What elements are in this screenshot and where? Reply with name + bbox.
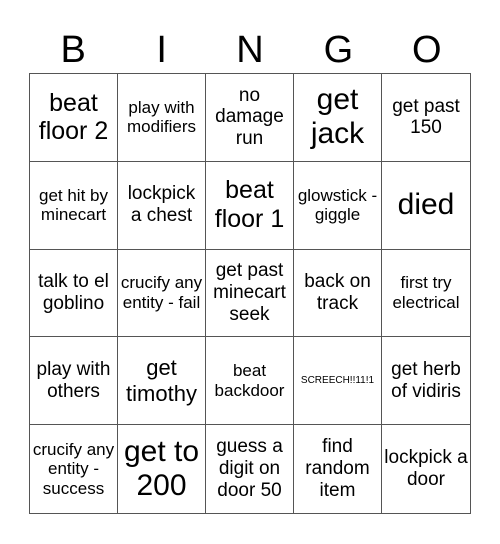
bingo-cell[interactable]: glowstick - giggle — [294, 161, 382, 250]
bingo-cell[interactable]: play with others — [30, 337, 118, 426]
bingo-cell[interactable]: beat floor 2 — [30, 74, 118, 162]
bingo-cell[interactable]: lockpick a door — [382, 425, 470, 513]
bingo-cell[interactable]: crucify any entity - fail — [118, 249, 206, 338]
header-letter-n: N — [236, 29, 264, 71]
bingo-cell[interactable]: talk to el goblino — [30, 249, 118, 338]
bingo-cell[interactable]: crucify any entity - success — [30, 425, 118, 513]
bingo-header: B I N G O — [29, 28, 471, 72]
bingo-cell[interactable]: play with modifiers — [118, 74, 206, 162]
bingo-cell[interactable]: get herb of vidiris — [382, 337, 470, 426]
bingo-cell[interactable]: get jack — [294, 74, 382, 162]
bingo-cell[interactable]: beat backdoor — [206, 337, 294, 426]
header-letter-o: O — [412, 29, 442, 71]
bingo-cell[interactable]: SCREECH!!11!1 — [294, 337, 382, 426]
header-letter-g: G — [323, 29, 354, 71]
bingo-cell[interactable]: beat floor 1 — [206, 161, 294, 250]
bingo-cell[interactable]: get timothy — [118, 337, 206, 426]
header-letter-b: B — [60, 29, 86, 71]
bingo-cell[interactable]: find random item — [294, 425, 382, 513]
bingo-cell[interactable]: get hit by minecart — [30, 161, 118, 250]
bingo-card-grid: beat floor 2 play with modifiers no dama… — [29, 73, 471, 514]
bingo-cell[interactable]: back on track — [294, 249, 382, 338]
bingo-cell[interactable]: get to 200 — [118, 425, 206, 513]
bingo-cell[interactable]: first try electrical — [382, 250, 470, 338]
header-letter-i: I — [156, 29, 167, 71]
bingo-cell[interactable]: died — [382, 162, 470, 250]
bingo-cell[interactable]: guess a digit on door 50 — [206, 425, 294, 513]
bingo-cell[interactable]: get past 150 — [382, 74, 470, 162]
bingo-cell[interactable]: lockpick a chest — [118, 161, 206, 250]
bingo-cell[interactable]: no damage run — [206, 74, 294, 162]
bingo-cell[interactable]: get past minecart seek — [206, 249, 294, 338]
